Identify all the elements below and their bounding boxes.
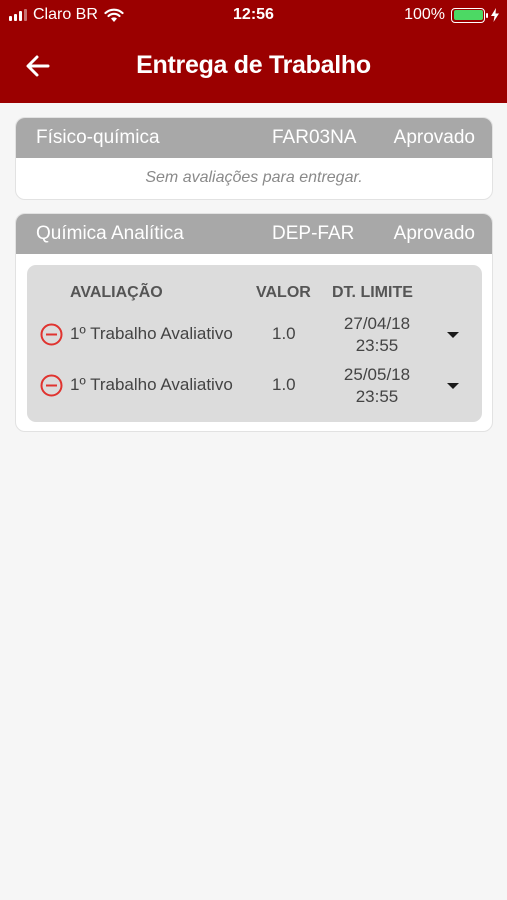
evaluation-name: 1º Trabalho Avaliativo	[70, 375, 233, 394]
column-header-dt-limite: DT. LIMITE	[332, 284, 413, 301]
caret-down-icon[interactable]	[441, 323, 465, 347]
caret-down-icon[interactable]	[441, 374, 465, 398]
deadline-time: 23:55	[355, 336, 399, 355]
evaluation-name: 1º Trabalho Avaliativo	[70, 324, 233, 343]
column-header-avaliacao: AVALIAÇÃO	[70, 284, 163, 301]
course-status: Aprovado	[393, 127, 475, 148]
battery-icon	[451, 7, 488, 23]
course-code: DEP-FAR	[272, 223, 355, 244]
column-header-valor: VALOR	[256, 284, 311, 301]
deadline-date: 25/05/18	[343, 365, 411, 384]
charging-bolt-icon	[491, 8, 499, 22]
empty-message: Sem avaliações para entregar.	[145, 169, 363, 186]
course-card-quimica-analitica: Química Analítica DEP-FAR Aprovado AVALI…	[15, 213, 493, 432]
course-card-header[interactable]: Físico-química FAR03NA Aprovado	[16, 118, 492, 158]
deadline-time: 23:55	[355, 387, 399, 406]
evaluation-valor: 1.0	[272, 375, 296, 394]
page-title: Entrega de Trabalho	[136, 51, 371, 79]
nav-bar: Entrega de Trabalho	[0, 40, 507, 92]
course-code: FAR03NA	[272, 127, 357, 148]
evaluations-table: AVALIAÇÃO VALOR DT. LIMITE 1º Trabalho A…	[27, 265, 482, 422]
course-card-fisico-quimica: Físico-química FAR03NA Aprovado Sem aval…	[15, 117, 493, 200]
status-bar: Claro BR 12:56 100%	[0, 0, 507, 30]
battery-percent: 100%	[404, 6, 445, 23]
evaluation-valor: 1.0	[272, 324, 296, 343]
course-status: Aprovado	[393, 223, 475, 244]
course-name: Química Analítica	[36, 223, 184, 244]
deadline-date: 27/04/18	[343, 314, 411, 333]
battery-fill	[453, 10, 483, 20]
course-name: Físico-química	[36, 127, 160, 148]
evaluation-row: 1º Trabalho Avaliativo 1.0 27/04/18 23:5…	[27, 311, 482, 357]
app-header: Claro BR 12:56 100% Entrega de Trabalho	[0, 0, 507, 103]
remove-circle-icon[interactable]	[40, 323, 63, 346]
evaluation-deadline: 25/05/18 23:55	[327, 364, 427, 408]
status-right: 100%	[404, 6, 499, 24]
course-card-header[interactable]: Química Analítica DEP-FAR Aprovado	[16, 214, 492, 254]
evaluation-row: 1º Trabalho Avaliativo 1.0 25/05/18 23:5…	[27, 362, 482, 408]
remove-circle-icon[interactable]	[40, 374, 63, 397]
evaluation-deadline: 27/04/18 23:55	[327, 313, 427, 357]
